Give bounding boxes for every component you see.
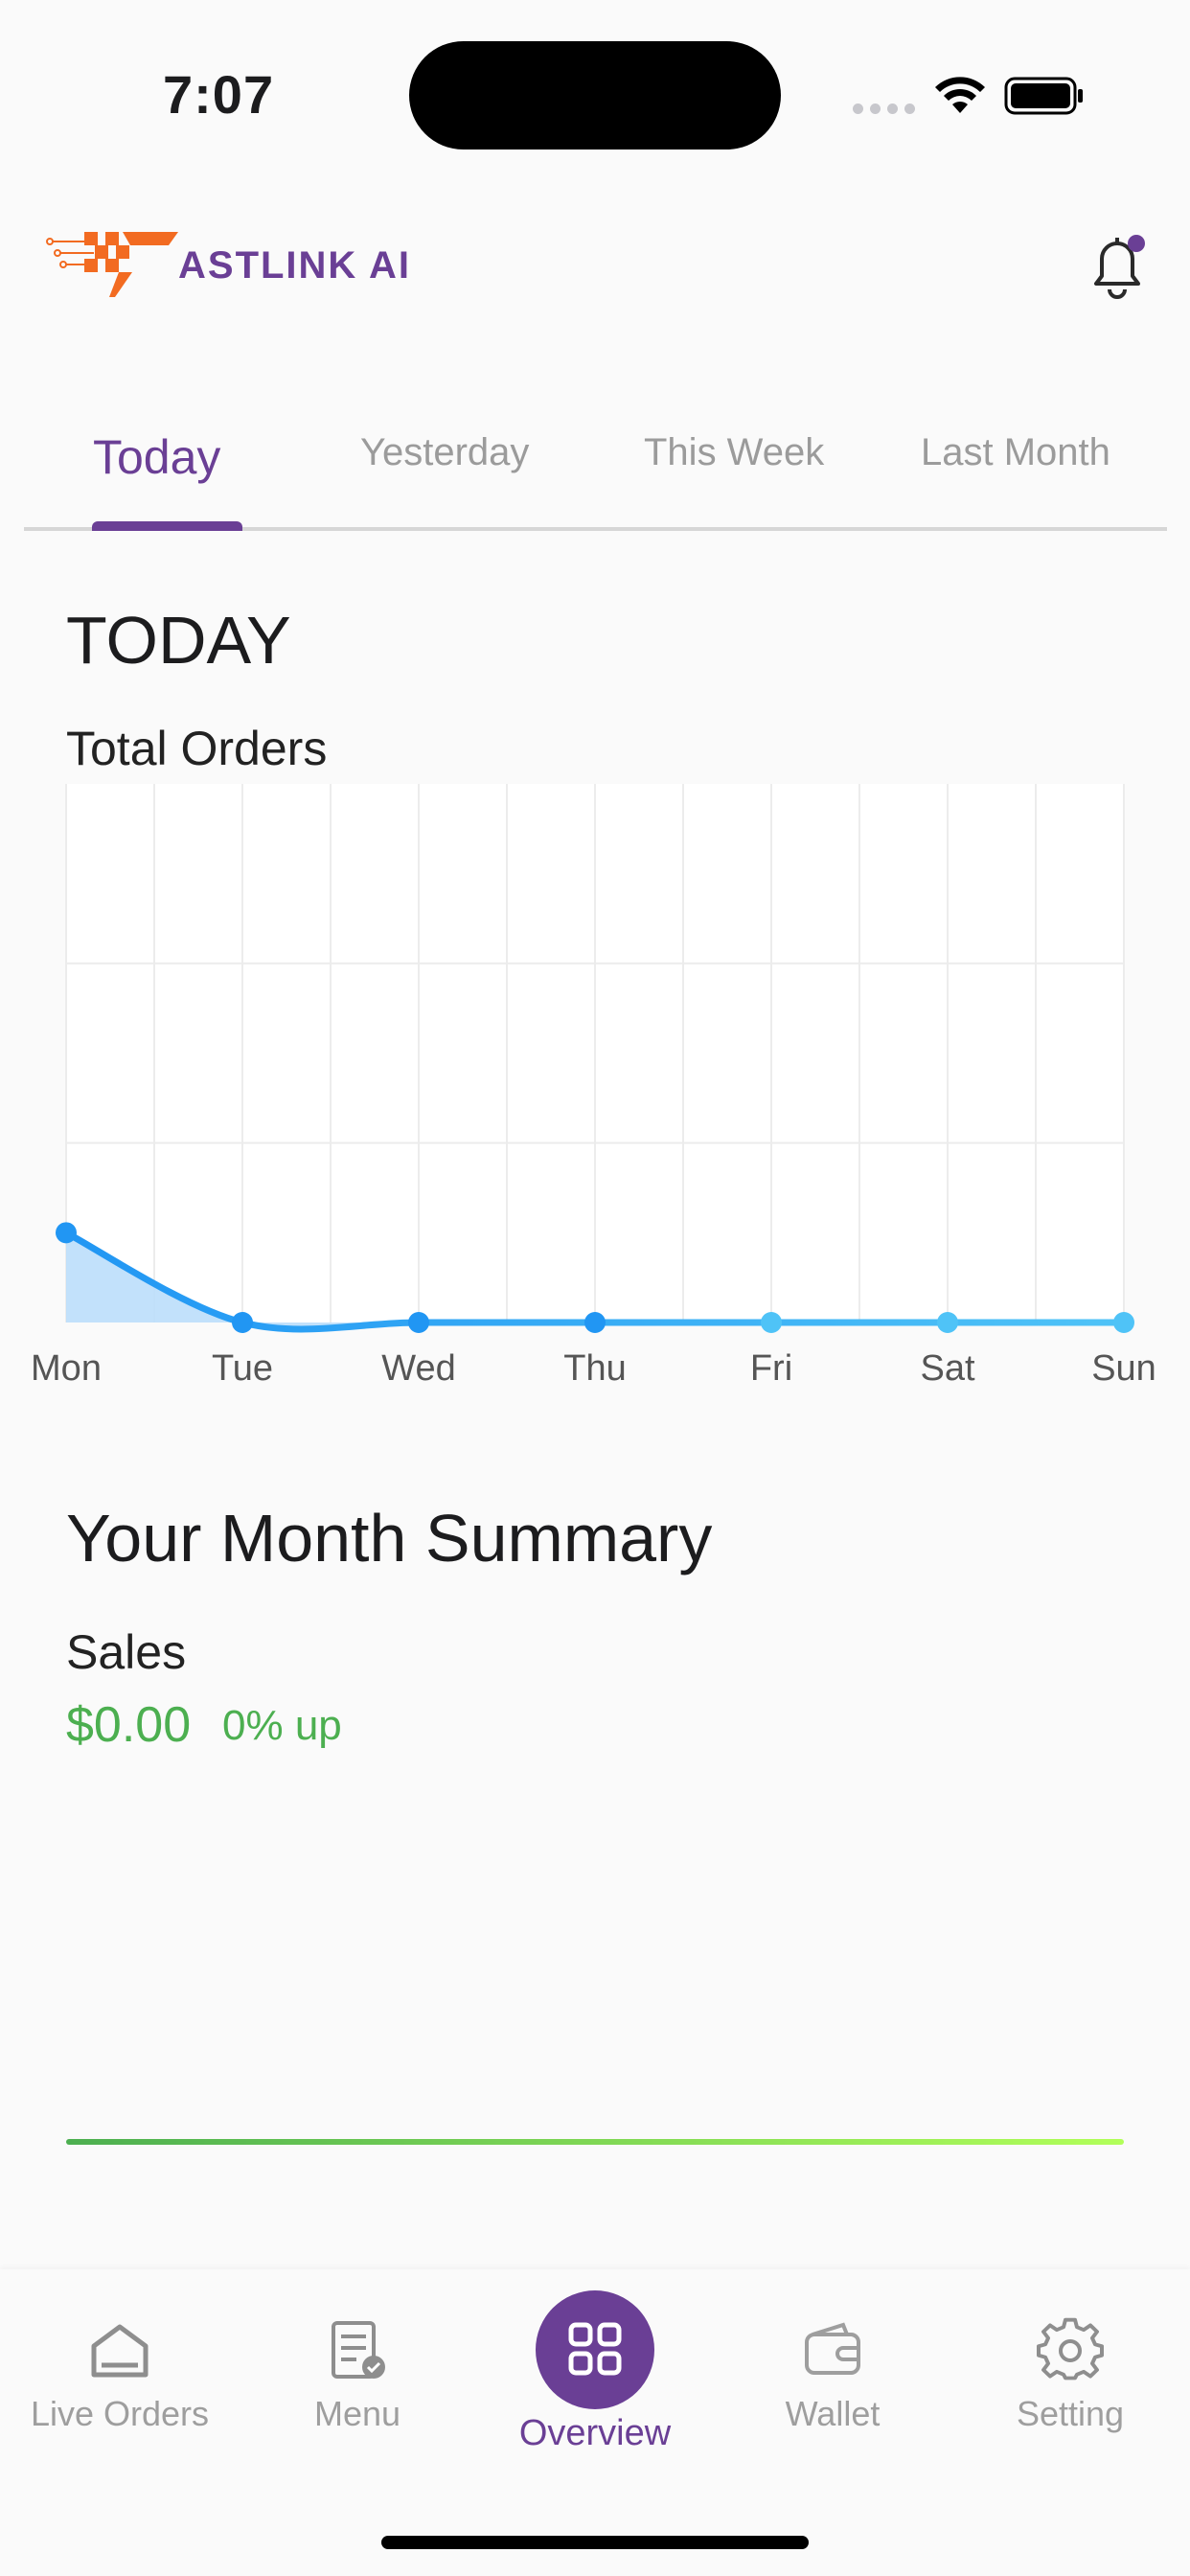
chart-data-point	[56, 1222, 77, 1244]
month-summary-title: Your Month Summary	[66, 1501, 713, 1576]
today-title: TODAY	[66, 603, 291, 678]
chart-x-tick-label: Fri	[750, 1348, 792, 1389]
nav-wallet[interactable]: Wallet	[713, 2269, 952, 2461]
menu-receipt-icon	[332, 2321, 385, 2379]
sales-sparkline	[66, 2139, 1124, 2145]
chart-data-point	[937, 1312, 958, 1333]
chart-x-tick-label: Sat	[920, 1348, 974, 1389]
nav-menu[interactable]: Menu	[238, 2269, 477, 2461]
nav-label: Overview	[518, 2413, 672, 2453]
dynamic-island	[409, 41, 781, 150]
svg-text:ASTLINK AI: ASTLINK AI	[178, 244, 411, 287]
orders-line-chart: Mon Tue Wed Thu Fri Sat Sun	[31, 784, 1156, 1389]
chart-x-tick-label: Tue	[212, 1348, 273, 1389]
bottom-navigation: Live Orders Menu Overview Wallet Setting	[0, 2269, 1190, 2576]
home-indicator	[381, 2536, 809, 2549]
chart-x-tick-label: Sun	[1091, 1348, 1156, 1389]
chart-data-point	[761, 1312, 782, 1333]
brand-logo: ASTLINK AI	[46, 232, 411, 297]
nav-setting[interactable]: Setting	[950, 2269, 1190, 2461]
tab-this-week[interactable]: This Week	[644, 431, 824, 474]
sales-change: 0% up	[222, 1702, 342, 1749]
wallet-icon	[805, 2322, 860, 2375]
nav-label: Live Orders	[30, 2394, 210, 2433]
chart-data-point	[232, 1312, 253, 1333]
cellular-signal-icon	[853, 104, 915, 114]
battery-icon	[1004, 77, 1083, 115]
tab-last-month[interactable]: Last Month	[921, 431, 1110, 474]
wifi-icon	[935, 77, 985, 113]
chart-x-tick-label: Mon	[31, 1348, 102, 1389]
nav-label: Wallet	[785, 2394, 881, 2433]
tab-yesterday[interactable]: Yesterday	[360, 431, 529, 474]
grid-icon	[568, 2322, 622, 2376]
chart-data-point	[408, 1312, 429, 1333]
chart-x-tick-label: Wed	[381, 1348, 455, 1389]
notification-bell-icon[interactable]	[1083, 230, 1152, 303]
period-tabs: Today Yesterday This Week Last Month	[24, 383, 1167, 531]
nav-live-orders[interactable]: Live Orders	[0, 2269, 240, 2461]
sales-value: $0.00	[66, 1697, 192, 1753]
nav-label: Setting	[1016, 2394, 1125, 2433]
tab-today[interactable]: Today	[93, 429, 220, 485]
sales-label: Sales	[66, 1625, 187, 1679]
gear-icon	[1037, 2317, 1104, 2380]
status-bar: 7:07	[0, 0, 1190, 192]
home-icon	[91, 2324, 149, 2378]
nav-label: Menu	[313, 2394, 401, 2433]
chart-data-point	[584, 1312, 606, 1333]
nav-overview[interactable]: Overview	[475, 2269, 715, 2461]
chart-x-tick-label: Thu	[563, 1348, 626, 1389]
chart-data-point	[1113, 1312, 1134, 1333]
tab-indicator	[92, 521, 242, 531]
status-time: 7:07	[163, 64, 275, 125]
